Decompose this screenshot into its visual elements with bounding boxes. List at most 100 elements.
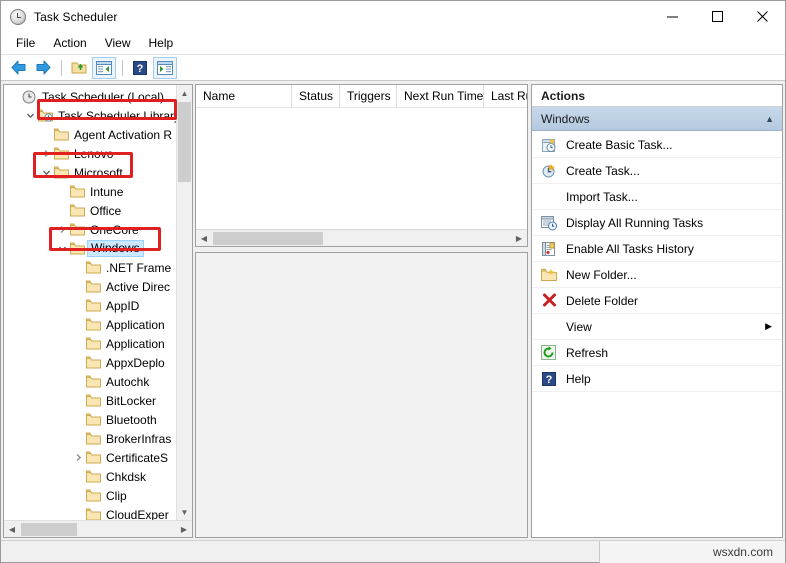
tree-item-appid[interactable]: AppID bbox=[4, 296, 176, 315]
column-header-label: Triggers bbox=[347, 89, 391, 103]
tree-item-bitlocker[interactable]: BitLocker bbox=[4, 391, 176, 410]
menu-action[interactable]: Action bbox=[44, 34, 95, 52]
maximize-button[interactable] bbox=[695, 1, 740, 32]
action-help[interactable]: ?Help bbox=[532, 366, 782, 392]
task-list-column-header[interactable]: NameStatus Triggers Next Run TimeLast Ru bbox=[196, 85, 527, 108]
tree-item-bluetooth[interactable]: Bluetooth bbox=[4, 410, 176, 429]
folder-icon bbox=[86, 432, 104, 445]
column-header-status[interactable]: Status bbox=[292, 85, 340, 107]
list-scroll-right-arrow[interactable]: ▶ bbox=[511, 230, 527, 246]
column-header-triggers[interactable]: Triggers bbox=[340, 85, 397, 107]
folder-icon bbox=[86, 470, 101, 483]
tree-item-clip[interactable]: Clip bbox=[4, 486, 176, 505]
task-list-pane: NameStatus Triggers Next Run TimeLast Ru ◀… bbox=[195, 84, 528, 538]
tree-item-label: Active Direc bbox=[104, 280, 170, 294]
chevron-down-icon[interactable] bbox=[54, 244, 70, 253]
tree-item-label: BrokerInfras bbox=[104, 432, 171, 446]
tree-item-task-scheduler-library[interactable]: Task Scheduler Library bbox=[4, 106, 176, 125]
status-bar: wsxdn.com bbox=[1, 540, 785, 562]
tree-scroll-thumb[interactable] bbox=[178, 102, 191, 182]
actions-group-header[interactable]: Windows ▲ bbox=[532, 107, 782, 131]
action-display-all-running-tasks[interactable]: Display All Running Tasks bbox=[532, 210, 782, 236]
task-list-rows[interactable] bbox=[196, 108, 527, 229]
folder-icon bbox=[86, 375, 104, 388]
tree-hscroll-thumb[interactable] bbox=[21, 523, 77, 536]
list-scroll-left-arrow[interactable]: ◀ bbox=[196, 230, 212, 246]
back-button[interactable] bbox=[6, 57, 30, 79]
action-create-task[interactable]: Create Task... bbox=[532, 158, 782, 184]
help-button[interactable]: ? bbox=[128, 57, 152, 79]
svg-text:?: ? bbox=[137, 63, 144, 75]
tree-item-agent-activation-r[interactable]: Agent Activation R bbox=[4, 125, 176, 144]
folder-up-icon bbox=[71, 60, 88, 75]
list-hscroll-thumb[interactable] bbox=[213, 232, 323, 245]
tree-item-onecore[interactable]: OneCore bbox=[4, 220, 176, 239]
tree-item-label: OneCore bbox=[88, 223, 139, 237]
action-delete-folder[interactable]: Delete Folder bbox=[532, 288, 782, 314]
folder-icon bbox=[86, 261, 104, 274]
action-enable-all-tasks-history[interactable]: Enable All Tasks History bbox=[532, 236, 782, 262]
menu-file[interactable]: File bbox=[7, 34, 44, 52]
tree-item-intune[interactable]: Intune bbox=[4, 182, 176, 201]
minimize-button[interactable] bbox=[650, 1, 695, 32]
folder-icon bbox=[86, 356, 101, 369]
column-header-name[interactable]: Name bbox=[196, 85, 292, 107]
show-hide-console-tree-button[interactable] bbox=[92, 57, 116, 79]
submenu-arrow-icon[interactable]: ▶ bbox=[765, 321, 772, 332]
column-header-last-ru[interactable]: Last Ru bbox=[484, 85, 528, 107]
menu-view[interactable]: View bbox=[96, 34, 140, 52]
scroll-up-arrow[interactable]: ▲ bbox=[177, 85, 193, 101]
chevron-right-icon[interactable] bbox=[54, 225, 70, 234]
actions-list[interactable]: Create Basic Task...Create Task... Import… bbox=[532, 131, 782, 392]
action-item-label: Import Task... bbox=[560, 190, 638, 204]
menu-help[interactable]: Help bbox=[140, 34, 183, 52]
tree-list[interactable]: Task Scheduler (Local) Task Scheduler Lib… bbox=[4, 85, 176, 520]
tree-item-certificates[interactable]: CertificateS bbox=[4, 448, 176, 467]
action-item-label: Display All Running Tasks bbox=[560, 216, 703, 230]
tree-item-cloudexper[interactable]: CloudExper bbox=[4, 505, 176, 520]
actions-pane: Actions Windows ▲ Create Basic Task...Cr… bbox=[531, 84, 783, 538]
tree-item-lenovo[interactable]: Lenovo bbox=[4, 144, 176, 163]
action-item-label: New Folder... bbox=[560, 268, 637, 282]
tree-item-net-frame[interactable]: .NET Frame bbox=[4, 258, 176, 277]
tree-item-label: AppID bbox=[104, 299, 139, 313]
action-view[interactable]: View▶ bbox=[532, 314, 782, 340]
folder-icon bbox=[70, 204, 88, 217]
tree-item-office[interactable]: Office bbox=[4, 201, 176, 220]
chevron-down-icon[interactable] bbox=[38, 168, 54, 177]
column-header-next-run-time[interactable]: Next Run Time bbox=[397, 85, 484, 107]
task-list-horizontal-scrollbar[interactable]: ◀ ▶ bbox=[196, 229, 527, 246]
tree-item-task-scheduler-local[interactable]: Task Scheduler (Local) bbox=[4, 87, 176, 106]
tree-item-appxdeplo[interactable]: AppxDeplo bbox=[4, 353, 176, 372]
caret-up-icon[interactable]: ▲ bbox=[765, 114, 774, 124]
tree-vertical-scrollbar[interactable]: ▲ ▼ bbox=[176, 85, 192, 520]
tree-item-microsoft[interactable]: Microsoft bbox=[4, 163, 176, 182]
show-hide-action-pane-button[interactable] bbox=[153, 57, 177, 79]
tree-horizontal-scrollbar[interactable]: ◀ ▶ bbox=[4, 520, 192, 537]
scroll-down-arrow[interactable]: ▼ bbox=[177, 504, 193, 520]
tree-item-chkdsk[interactable]: Chkdsk bbox=[4, 467, 176, 486]
action-create-basic-task[interactable]: Create Basic Task... bbox=[532, 132, 782, 158]
window-controls bbox=[650, 1, 785, 32]
chevron-down-icon[interactable] bbox=[22, 111, 38, 120]
tree-item-label: Bluetooth bbox=[104, 413, 157, 427]
tree-item-label: Task Scheduler Library bbox=[56, 109, 176, 123]
close-button[interactable] bbox=[740, 1, 785, 32]
action-import-task[interactable]: Import Task... bbox=[532, 184, 782, 210]
action-refresh[interactable]: Refresh bbox=[532, 340, 782, 366]
main-body: Task Scheduler (Local) Task Scheduler Lib… bbox=[1, 81, 785, 540]
tree-item-autochk[interactable]: Autochk bbox=[4, 372, 176, 391]
tree-item-application[interactable]: Application bbox=[4, 334, 176, 353]
folder-icon bbox=[86, 489, 104, 502]
tree-item-active-direc[interactable]: Active Direc bbox=[4, 277, 176, 296]
scroll-left-arrow[interactable]: ◀ bbox=[4, 521, 20, 537]
scroll-right-arrow[interactable]: ▶ bbox=[176, 521, 192, 537]
up-one-level-button[interactable] bbox=[67, 57, 91, 79]
forward-button[interactable] bbox=[31, 57, 55, 79]
chevron-right-icon[interactable] bbox=[38, 149, 54, 158]
tree-item-brokerinfras[interactable]: BrokerInfras bbox=[4, 429, 176, 448]
action-new-folder[interactable]: New Folder... bbox=[532, 262, 782, 288]
tree-item-application[interactable]: Application bbox=[4, 315, 176, 334]
tree-item-windows[interactable]: Windows bbox=[4, 239, 176, 258]
chevron-right-icon[interactable] bbox=[70, 453, 86, 462]
